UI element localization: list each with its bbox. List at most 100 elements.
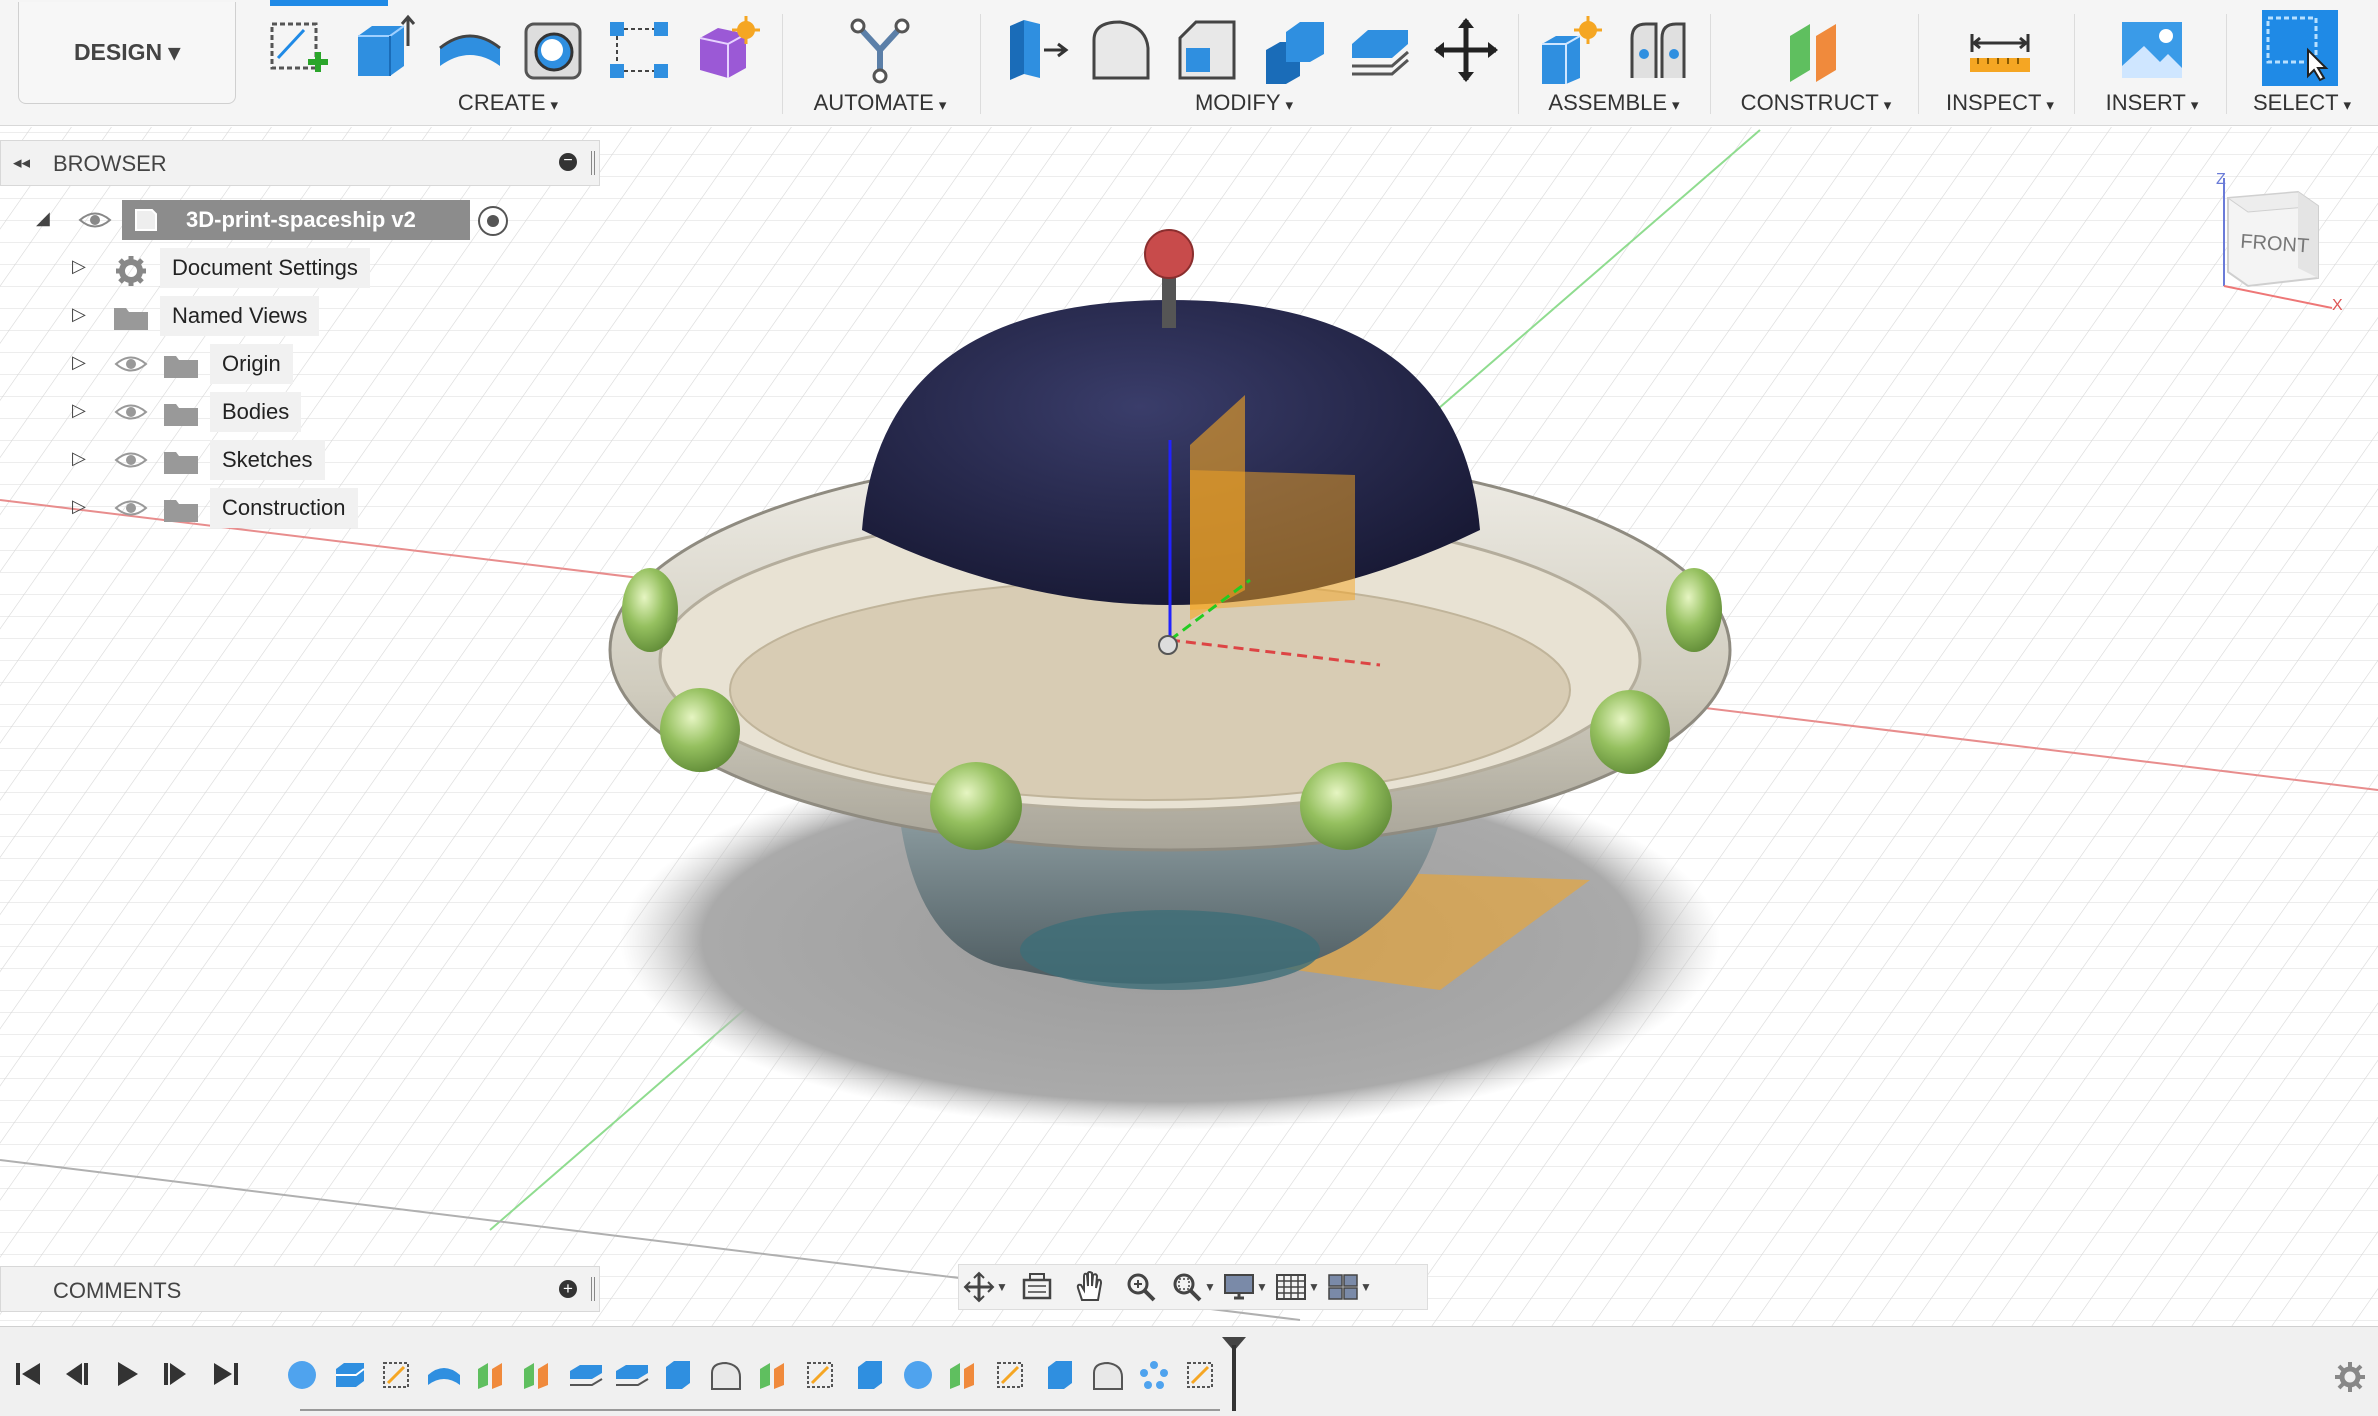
shell-icon[interactable] xyxy=(518,14,590,86)
pan-button[interactable] xyxy=(1063,1267,1115,1307)
timeline-settings-gear-icon[interactable] xyxy=(2334,1361,2366,1393)
new-component-icon[interactable] xyxy=(1536,14,1608,86)
insert-menu[interactable]: INSERT ▾ xyxy=(2106,90,2199,116)
zoom-button[interactable] xyxy=(1115,1267,1167,1307)
chevron-down-icon[interactable]: ▼ xyxy=(1360,1280,1372,1294)
browser-item-label[interactable]: Origin xyxy=(210,344,293,384)
timeline-feature-plane[interactable] xyxy=(756,1359,792,1391)
browser-root-row[interactable]: ◢ 3D-print-spaceship v2 xyxy=(0,200,520,240)
browser-panel-header[interactable]: ◂◂ BROWSER − xyxy=(0,140,600,186)
press-pull-icon[interactable] xyxy=(1000,14,1072,86)
fillet-icon[interactable] xyxy=(1086,14,1158,86)
expand-triangle-icon[interactable]: ▷ xyxy=(72,400,86,421)
timeline-feature-revolve[interactable] xyxy=(426,1359,462,1391)
browser-item-sketches[interactable]: ▷ Sketches xyxy=(0,440,400,480)
panel-grip[interactable] xyxy=(591,151,595,175)
timeline-feature-fillet[interactable] xyxy=(708,1359,744,1391)
display-settings-button[interactable]: ▼ xyxy=(1219,1267,1271,1307)
browser-item-bodies[interactable]: ▷ Bodies xyxy=(0,392,400,432)
create-form-icon[interactable] xyxy=(690,14,762,86)
zoom-window-button[interactable]: ▼ xyxy=(1167,1267,1219,1307)
offset-plane-icon[interactable] xyxy=(1780,14,1852,86)
timeline-feature-extrude[interactable] xyxy=(332,1359,368,1391)
timeline-feature-pattern[interactable] xyxy=(1136,1359,1172,1391)
timeline-feature-plane[interactable] xyxy=(474,1359,510,1391)
visibility-eye-icon[interactable] xyxy=(114,353,148,375)
chevron-down-icon[interactable]: ▼ xyxy=(996,1280,1008,1294)
measure-icon[interactable] xyxy=(1964,14,2036,86)
viewports-button[interactable]: ▼ xyxy=(1323,1267,1375,1307)
chevron-down-icon[interactable]: ▼ xyxy=(1204,1280,1216,1294)
expand-triangle-icon[interactable]: ▷ xyxy=(72,304,86,325)
browser-item-document-settings[interactable]: ▷ Document Settings xyxy=(0,248,400,288)
browser-item-label[interactable]: Sketches xyxy=(210,440,325,480)
construct-menu[interactable]: CONSTRUCT ▾ xyxy=(1741,90,1892,116)
automate-icon[interactable] xyxy=(844,14,916,86)
extrude-icon[interactable] xyxy=(348,14,420,86)
timeline-feature-extrude[interactable] xyxy=(852,1359,888,1391)
joint-icon[interactable] xyxy=(1622,14,1694,86)
view-cube[interactable]: Z X FRONT xyxy=(2194,168,2344,318)
visibility-eye-icon[interactable] xyxy=(114,497,148,519)
grid-settings-button[interactable]: ▼ xyxy=(1271,1267,1323,1307)
browser-item-label[interactable]: Named Views xyxy=(160,296,320,336)
inspect-menu[interactable]: INSPECT ▾ xyxy=(1946,90,2054,116)
browser-item-label[interactable]: Construction xyxy=(210,488,358,528)
timeline-feature-fillet[interactable] xyxy=(1090,1359,1126,1391)
offset-face-icon[interactable] xyxy=(1344,14,1416,86)
look-at-button[interactable] xyxy=(1011,1267,1063,1307)
browser-item-named-views[interactable]: ▷ Named Views xyxy=(0,296,400,336)
comments-panel-header[interactable]: COMMENTS + xyxy=(0,1266,600,1312)
visibility-eye-icon[interactable] xyxy=(114,449,148,471)
timeline-feature-extrude[interactable] xyxy=(660,1359,696,1391)
timeline-marker[interactable] xyxy=(1232,1345,1236,1411)
chamfer-icon[interactable] xyxy=(1172,14,1244,86)
select-menu[interactable]: SELECT ▾ xyxy=(2253,90,2351,116)
assemble-menu[interactable]: ASSEMBLE ▾ xyxy=(1548,90,1679,116)
chevron-down-icon[interactable]: ▼ xyxy=(1308,1280,1320,1294)
select-icon[interactable] xyxy=(2262,10,2338,86)
prev-icon[interactable] xyxy=(60,1359,94,1389)
last-icon[interactable] xyxy=(208,1359,242,1389)
combine-icon[interactable] xyxy=(1258,14,1330,86)
design-workspace-button[interactable]: DESIGN ▾ xyxy=(18,2,236,104)
revolve-icon[interactable] xyxy=(434,14,506,86)
timeline-feature-sketch[interactable] xyxy=(380,1359,416,1391)
timeline-feature-plane[interactable] xyxy=(520,1359,556,1391)
timeline-feature-extrude[interactable] xyxy=(1042,1359,1078,1391)
browser-item-origin[interactable]: ▷ Origin xyxy=(0,344,400,384)
orbit-button[interactable]: ▼ xyxy=(959,1267,1011,1307)
expand-triangle-icon[interactable]: ▷ xyxy=(72,352,86,373)
chevron-down-icon[interactable]: ▼ xyxy=(1256,1280,1268,1294)
create-menu[interactable]: CREATE ▾ xyxy=(458,90,558,116)
panel-grip[interactable] xyxy=(591,1277,595,1301)
timeline-feature-plane[interactable] xyxy=(946,1359,982,1391)
add-comment-icon[interactable]: + xyxy=(559,1280,577,1298)
document-root-label[interactable]: 3D-print-spaceship v2 xyxy=(122,200,470,240)
browser-item-construction[interactable]: ▷ Construction xyxy=(0,488,400,528)
timeline-feature-sketch[interactable] xyxy=(804,1359,840,1391)
create-sketch-icon[interactable] xyxy=(264,14,336,86)
expand-triangle-icon[interactable]: ▷ xyxy=(72,448,86,469)
timeline-feature-sphere[interactable] xyxy=(900,1359,936,1391)
pattern-icon[interactable] xyxy=(604,14,676,86)
automate-menu[interactable]: AUTOMATE ▾ xyxy=(814,90,947,116)
timeline-feature-offset[interactable] xyxy=(568,1359,604,1391)
visibility-eye-icon[interactable] xyxy=(114,401,148,423)
next-icon[interactable] xyxy=(158,1359,192,1389)
timeline-feature-offset[interactable] xyxy=(614,1359,650,1391)
minimize-icon[interactable]: − xyxy=(559,153,577,171)
timeline-track[interactable] xyxy=(300,1403,1220,1411)
activate-radio-icon[interactable] xyxy=(478,206,508,236)
timeline-feature-sphere[interactable] xyxy=(284,1359,320,1391)
insert-canvas-icon[interactable] xyxy=(2116,14,2188,86)
timeline-feature-sketch[interactable] xyxy=(994,1359,1030,1391)
collapse-triangle-icon[interactable]: ◢ xyxy=(36,208,50,229)
browser-item-label[interactable]: Document Settings xyxy=(160,248,370,288)
play-icon[interactable] xyxy=(110,1359,144,1389)
browser-item-label[interactable]: Bodies xyxy=(210,392,302,432)
collapse-panel-icon[interactable]: ◂◂ xyxy=(13,153,30,173)
move-copy-icon[interactable] xyxy=(1430,14,1502,86)
modify-menu[interactable]: MODIFY ▾ xyxy=(1195,90,1293,116)
expand-triangle-icon[interactable]: ▷ xyxy=(72,256,86,277)
